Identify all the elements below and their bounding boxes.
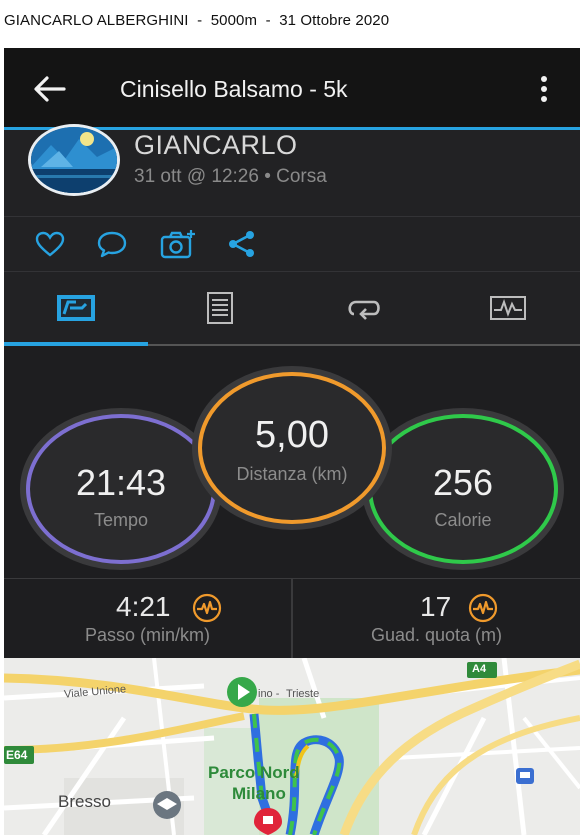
distance-ring: 5,00 Distanza (km) (198, 372, 386, 524)
athlete-name: GIANCARLO (134, 130, 298, 160)
arrow-left-icon[interactable] (32, 74, 66, 104)
details-icon (207, 292, 233, 324)
time-ring: 21:43 Tempo (26, 414, 216, 564)
add-photo-icon[interactable] (160, 229, 196, 259)
calories-ring: 256 Calorie (368, 414, 558, 564)
activity-screen: Cinisello Balsamo - 5k GIANCARLO 31 ott … (4, 48, 580, 835)
calories-label: Calorie (434, 510, 492, 530)
map-label: Trieste (286, 688, 320, 700)
tab-details[interactable] (148, 272, 292, 346)
more-vertical-icon[interactable] (532, 74, 556, 104)
elevation-label: Guad. quota (m) (370, 625, 503, 645)
time-value: 21:43 (75, 462, 167, 503)
distance-label: Distanza (km) (236, 464, 348, 484)
stats-icon (57, 295, 95, 321)
share-icon[interactable] (226, 229, 258, 259)
pace-label: Passo (min/km) (84, 625, 210, 645)
laps-icon (348, 300, 380, 320)
profile-header: GIANCARLO 31 ott @ 12:26 • Corsa (4, 124, 580, 216)
map-label: Parco Nord (208, 763, 300, 782)
map-shield: E64 (6, 748, 28, 762)
avatar[interactable] (28, 124, 120, 196)
heart-icon[interactable] (34, 229, 66, 259)
tab-chart[interactable] (436, 272, 580, 346)
tab-laps[interactable] (292, 272, 436, 346)
activity-title: Cinisello Balsamo - 5k (120, 76, 348, 102)
activity-badge-icon (192, 593, 222, 623)
pace-value: 4:21 (116, 591, 171, 622)
tab-bar (4, 272, 580, 346)
app-bar: Cinisello Balsamo - 5k (4, 48, 580, 130)
page-caption: GIANCARLO ALBERGHINI - 5000m - 31 Ottobr… (4, 12, 390, 29)
chart-icon (490, 296, 526, 320)
tab-stats[interactable] (4, 272, 148, 346)
stats-divider (291, 578, 293, 658)
summary-panel: 21:43 Tempo 256 Calorie 5,00 Distanza (k… (4, 346, 580, 578)
elevation-value: 17 (420, 591, 452, 622)
map-shield: A4 (472, 663, 487, 675)
comment-icon[interactable] (96, 229, 128, 259)
route-map[interactable]: Viale Unione ino - Trieste A4 E64 Parco … (4, 658, 580, 835)
activity-badge-icon (468, 593, 498, 623)
elevation-stat: 17 Guad. quota (m) (293, 579, 580, 659)
activity-meta: 31 ott @ 12:26 • Corsa (134, 166, 327, 187)
map-label: Bresso (58, 792, 111, 811)
action-bar (4, 217, 580, 271)
map-label: Milano (232, 784, 286, 803)
calories-value: 256 (432, 462, 494, 503)
map-label: ino - (258, 688, 280, 700)
time-label: Tempo (93, 510, 149, 530)
pace-stat: 4:21 Passo (min/km) (4, 579, 291, 659)
distance-value: 5,00 (255, 414, 329, 456)
